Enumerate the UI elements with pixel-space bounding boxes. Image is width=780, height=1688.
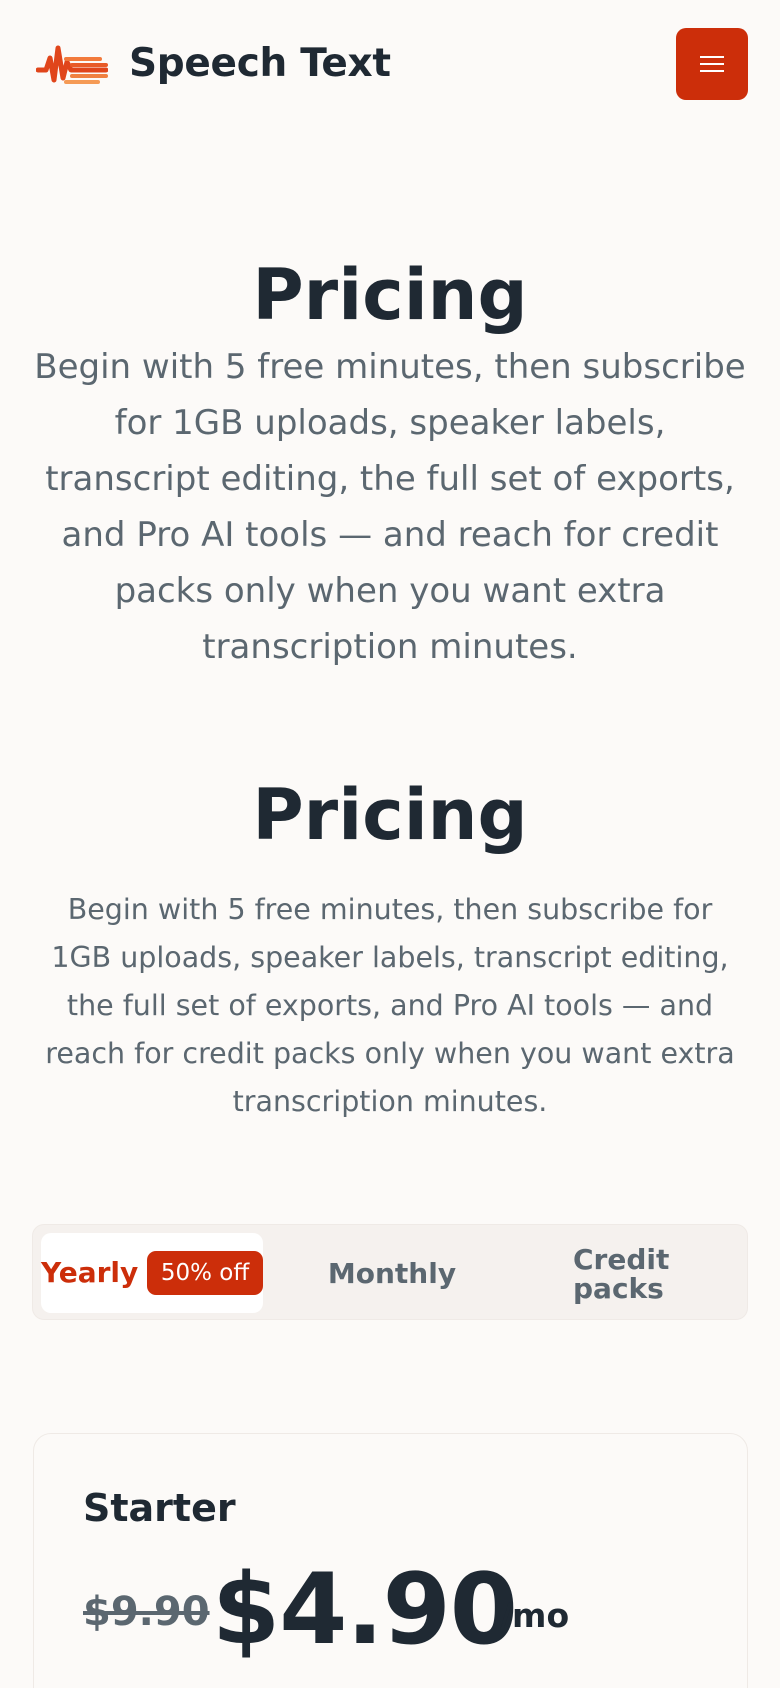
discount-badge: 50% off: [147, 1251, 263, 1295]
page-title: Pricing: [252, 254, 528, 336]
tab-credit-packs[interactable]: Credit packs: [573, 1245, 723, 1303]
section-title: Pricing: [252, 774, 528, 856]
section-description: Begin with 5 free minutes, then subscrib…: [45, 893, 735, 1118]
tab-yearly[interactable]: Yearly 50% off: [41, 1233, 263, 1313]
brand-name[interactable]: Speech Text: [129, 40, 391, 88]
site-header: Speech Text: [0, 0, 780, 130]
plan-name: Starter: [83, 1486, 236, 1530]
tab-yearly-label: Yearly: [41, 1256, 139, 1289]
menu-button[interactable]: [676, 28, 748, 100]
billing-toggle: Yearly 50% off Monthly Credit packs: [32, 1224, 748, 1320]
page-description: Begin with 5 free minutes, then subscrib…: [34, 347, 746, 667]
price-period: /mo: [500, 1596, 570, 1635]
original-price: $9.90: [83, 1589, 210, 1635]
plan-card-starter: Starter $9.90 $4.90 /mo: [33, 1433, 748, 1688]
hamburger-menu-icon: [700, 56, 724, 72]
tab-monthly[interactable]: Monthly: [261, 1225, 523, 1321]
discounted-price: $4.90: [212, 1553, 518, 1667]
waveform-logo-icon[interactable]: [35, 40, 109, 88]
